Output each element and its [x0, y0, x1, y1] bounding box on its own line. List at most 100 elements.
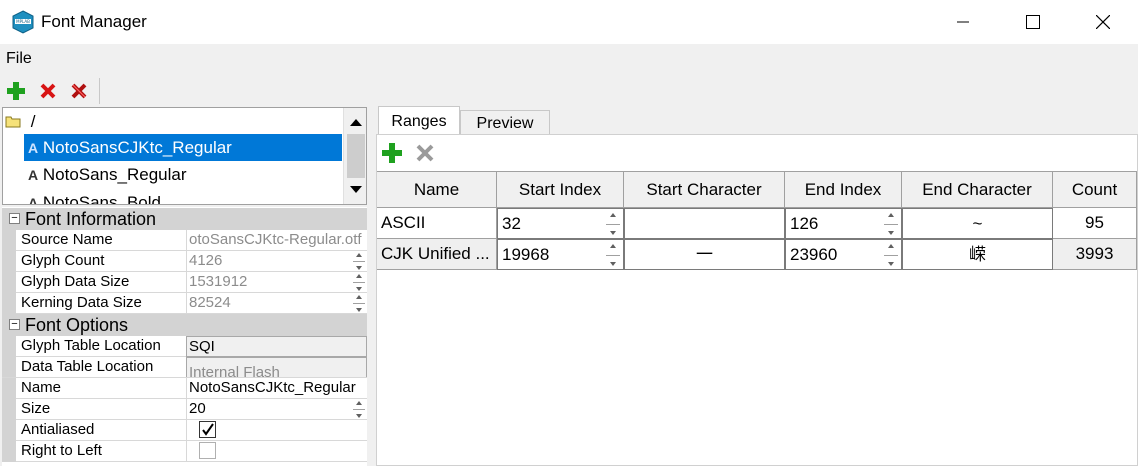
remove-all-fonts-button[interactable] — [68, 80, 90, 102]
tree-item-notosanscjktc-regular[interactable]: A NotoSansCJKtc_Regular — [24, 134, 342, 161]
add-icon — [7, 82, 25, 100]
end-index-stepper[interactable]: 23960 — [785, 239, 902, 270]
tree-item-label: NotoSans_Regular — [42, 165, 187, 184]
column-header-start-index[interactable]: Start Index — [497, 172, 624, 208]
category-label: Font Information — [25, 209, 157, 229]
tree-root[interactable]: / — [5, 110, 35, 134]
spinner-icon[interactable] — [605, 213, 621, 235]
remove-icon — [40, 83, 56, 99]
start-index-stepper[interactable]: 19968 — [497, 239, 624, 270]
table-row-ascii-name[interactable]: ASCII — [377, 208, 497, 239]
remove-all-icon — [71, 83, 87, 99]
prop-value: otoSansCJKtc-Regular.otf — [186, 230, 367, 251]
prop-row-kerning-data-size: Kerning Data Size 82524 — [2, 293, 367, 314]
tree-item-notosans-regular[interactable]: A NotoSans_Regular — [24, 161, 187, 188]
spinner-icon[interactable] — [352, 274, 366, 291]
prop-name: Name — [21, 379, 62, 396]
menu-bar: File — [0, 44, 1138, 74]
spinner-icon[interactable] — [883, 244, 899, 266]
svg-text:MPLAB: MPLAB — [16, 19, 30, 24]
font-name-input[interactable]: NotoSansCJKtc_Regular — [186, 378, 367, 399]
prop-value — [186, 441, 367, 462]
column-header-name[interactable]: Name — [377, 172, 497, 208]
window-title: Font Manager — [41, 12, 147, 31]
start-index-stepper[interactable]: 32 — [497, 208, 624, 239]
tab-preview[interactable]: Preview — [460, 110, 550, 135]
maximize-button[interactable] — [998, 0, 1068, 44]
antialiased-checkbox[interactable] — [199, 421, 216, 438]
category-font-information[interactable]: − Font Information — [2, 208, 367, 230]
end-character-field[interactable]: ~ — [902, 208, 1053, 239]
font-icon: A — [28, 167, 39, 183]
remove-font-button[interactable] — [37, 80, 59, 102]
collapse-icon[interactable]: − — [9, 213, 20, 224]
prop-name: Size — [21, 400, 51, 417]
minimize-button[interactable] — [928, 0, 998, 44]
end-character-field[interactable]: 嵘 — [902, 239, 1053, 270]
column-header-count[interactable]: Count — [1053, 172, 1137, 208]
column-header-end-character[interactable]: End Character — [902, 172, 1053, 208]
scroll-down-arrow-icon[interactable] — [344, 178, 366, 202]
prop-name: Glyph Count — [21, 252, 105, 269]
property-grid: − Font Information Source Name otoSansCJ… — [2, 207, 367, 466]
tree-scrollbar[interactable] — [343, 108, 366, 204]
prop-row-name: Name NotoSansCJKtc_Regular — [2, 378, 367, 399]
toolbar-separator — [99, 78, 100, 104]
close-button[interactable] — [1068, 0, 1138, 44]
right-to-left-checkbox[interactable] — [199, 442, 216, 459]
prop-row-source-name: Source Name otoSansCJKtc-Regular.otf — [2, 230, 367, 251]
start-character-field[interactable]: 一 — [624, 239, 785, 270]
tree-item-notosans-bold[interactable]: A NotoSans_Bold — [24, 189, 161, 205]
prop-name: Glyph Table Location — [21, 337, 161, 354]
end-index-stepper[interactable]: 126 — [785, 208, 902, 239]
spinner-icon[interactable] — [883, 213, 899, 235]
prop-row-antialiased: Antialiased — [2, 420, 367, 441]
table-row-cjk-name[interactable]: CJK Unified ... — [377, 239, 497, 270]
start-character-field[interactable] — [624, 208, 785, 239]
prop-row-size: Size 20 — [2, 399, 367, 420]
category-label: Font Options — [25, 315, 129, 335]
column-header-start-character[interactable]: Start Character — [624, 172, 785, 208]
spinner-icon[interactable] — [605, 244, 621, 266]
menu-file[interactable]: File — [6, 50, 32, 68]
prop-value: 1531912 — [186, 272, 367, 293]
remove-range-button[interactable] — [415, 143, 435, 163]
scroll-up-arrow-icon[interactable] — [344, 110, 366, 134]
add-font-button[interactable] — [5, 80, 27, 102]
category-font-options[interactable]: − Font Options — [2, 314, 367, 336]
count-cell: 3993 — [1053, 239, 1137, 270]
prop-value: 4126 — [186, 251, 367, 272]
prop-value: 82524 — [186, 293, 367, 314]
data-table-location-select[interactable]: Internal Flash — [186, 357, 367, 377]
spinner-icon[interactable] — [352, 295, 366, 312]
panel-splitter[interactable] — [368, 107, 376, 466]
prop-name: Glyph Data Size — [21, 273, 130, 290]
tab-ranges[interactable]: Ranges — [378, 106, 460, 136]
font-icon: A — [28, 140, 39, 156]
font-size-stepper[interactable]: 20 — [186, 399, 367, 420]
spinner-icon[interactable] — [352, 401, 366, 418]
scrollbar-thumb[interactable] — [347, 134, 365, 178]
tree-root-label: / — [30, 112, 36, 131]
checkmark-icon — [202, 423, 214, 436]
tree-item-label: NotoSans_Bold — [42, 193, 161, 205]
prop-row-glyph-table-location: Glyph Table Location SQI — [2, 336, 367, 357]
ranges-tab-page: Name Start Index Start Character End Ind… — [376, 134, 1138, 466]
prop-name: Kerning Data Size — [21, 294, 142, 311]
prop-name: Source Name — [21, 231, 113, 248]
folder-icon — [5, 116, 21, 128]
prop-row-right-to-left: Right to Left — [2, 441, 367, 462]
collapse-icon[interactable]: − — [9, 319, 20, 330]
font-tree[interactable]: / A NotoSansCJKtc_Regular A NotoSans_Reg… — [2, 107, 367, 205]
count-cell: 95 — [1053, 208, 1137, 239]
glyph-table-location-select[interactable]: SQI — [186, 336, 367, 357]
column-header-end-index[interactable]: End Index — [785, 172, 902, 208]
prop-row-glyph-data-size: Glyph Data Size 1531912 — [2, 272, 367, 293]
add-range-button[interactable] — [381, 142, 403, 164]
prop-name: Antialiased — [21, 421, 95, 438]
ranges-table: Name Start Index Start Character End Ind… — [377, 171, 1137, 461]
prop-name: Right to Left — [21, 442, 102, 459]
title-bar: MPLAB Font Manager — [0, 0, 1138, 44]
spinner-icon[interactable] — [352, 253, 366, 270]
prop-row-glyph-count: Glyph Count 4126 — [2, 251, 367, 272]
